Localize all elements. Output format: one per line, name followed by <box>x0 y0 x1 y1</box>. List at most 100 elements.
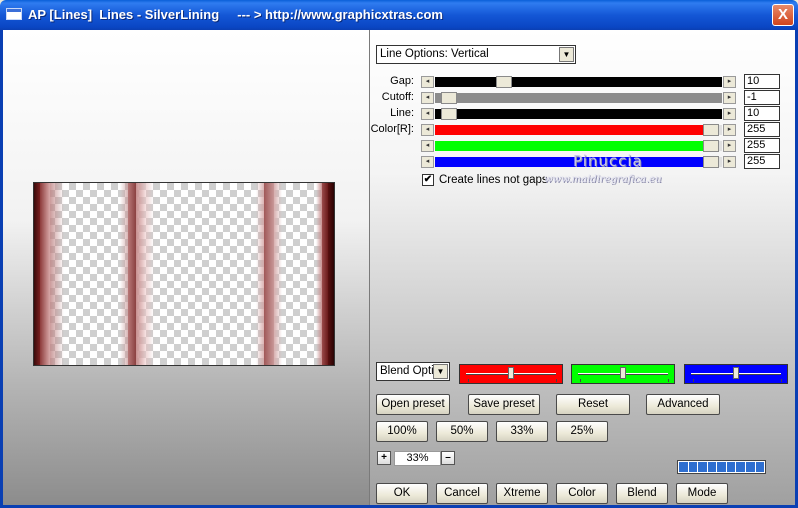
zoom-25-button[interactable]: 25% <box>556 421 608 442</box>
arrow-right-icon[interactable]: ▸ <box>723 156 736 168</box>
save-preset-button[interactable]: Save preset <box>468 394 540 415</box>
zoom-in-button[interactable]: + <box>377 451 391 465</box>
slider-fill <box>435 157 705 167</box>
window-title: AP [Lines] Lines - SilverLining --- > ht… <box>28 7 443 22</box>
arrow-left-icon[interactable]: ◂ <box>421 124 434 136</box>
arrow-right-icon[interactable]: ▸ <box>723 108 736 120</box>
progress-segment <box>755 462 765 472</box>
advanced-button[interactable]: Advanced <box>646 394 720 415</box>
arrow-right-icon[interactable]: ▸ <box>723 92 736 104</box>
preview-stripe <box>136 183 146 365</box>
zoom-33-button[interactable]: 33% <box>496 421 548 442</box>
cancel-button[interactable]: Cancel <box>436 483 488 504</box>
preview-image <box>33 182 335 366</box>
progress-segment <box>707 462 717 472</box>
xtreme-button[interactable]: Xtreme <box>496 483 548 504</box>
slider-value-field[interactable]: 255 <box>744 138 780 153</box>
arrow-left-icon[interactable]: ◂ <box>421 76 434 88</box>
tick-mark <box>556 379 557 382</box>
progress-segment <box>688 462 698 472</box>
tick-mark <box>468 379 469 382</box>
ok-button[interactable]: OK <box>376 483 428 504</box>
tick-mark <box>668 379 669 382</box>
slider-value-field[interactable]: 255 <box>744 122 780 137</box>
arrow-right-icon[interactable]: ▸ <box>723 124 736 136</box>
arrow-left-icon[interactable]: ◂ <box>421 92 434 104</box>
slider-value-field[interactable]: 255 <box>744 154 780 169</box>
arrow-right-icon[interactable]: ▸ <box>723 76 736 88</box>
slider-value-field[interactable]: 10 <box>744 74 780 89</box>
progress-segment <box>745 462 755 472</box>
preview-stripe <box>146 183 154 365</box>
slider-label: Color[R]: <box>370 123 414 135</box>
arrow-left-icon[interactable]: ◂ <box>421 156 434 168</box>
slider-thumb[interactable] <box>495 76 512 88</box>
watermark-title: Pinuccia <box>573 152 643 170</box>
arrow-right-icon[interactable]: ▸ <box>723 140 736 152</box>
blend-options-dropdown[interactable]: Blend Optio ▼ <box>376 362 450 381</box>
preview-stripe <box>128 183 136 365</box>
slider[interactable]: ◂ ▸ <box>421 124 736 136</box>
slider-fill <box>435 141 705 151</box>
slider-label: Gap: <box>390 75 414 87</box>
slider-thumb[interactable] <box>702 140 719 152</box>
color-button[interactable]: Color <box>556 483 608 504</box>
color-slider-box[interactable] <box>684 364 788 384</box>
line-options-dropdown[interactable]: Line Options: Vertical ▼ <box>376 45 576 64</box>
preview-stripe <box>40 183 50 365</box>
close-button[interactable]: X <box>772 4 794 26</box>
slider-value-field[interactable]: -1 <box>744 90 780 105</box>
open-preset-button[interactable]: Open preset <box>376 394 450 415</box>
mode-button[interactable]: Mode <box>676 483 728 504</box>
slider-fill <box>435 77 722 87</box>
title-bar: AP [Lines] Lines - SilverLining --- > ht… <box>0 0 798 30</box>
progress-segment <box>717 462 726 472</box>
slider-label: Line: <box>390 107 414 119</box>
create-lines-label: Create lines not gaps <box>439 174 548 186</box>
slider-track[interactable] <box>435 108 722 120</box>
preview-stripe <box>120 183 128 365</box>
color-slider-thumb[interactable] <box>508 367 514 379</box>
preview-stripe <box>256 183 264 365</box>
zoom-100-button[interactable]: 100% <box>376 421 428 442</box>
tick-mark <box>693 379 694 382</box>
progress-segment <box>698 462 707 472</box>
slider-track[interactable] <box>435 92 722 104</box>
zoom-level-field[interactable]: 33% <box>394 451 441 466</box>
color-slider-box[interactable] <box>571 364 675 384</box>
slider-track[interactable] <box>435 140 722 152</box>
zoom-out-button[interactable]: – <box>441 451 455 465</box>
blend-button[interactable]: Blend <box>616 483 668 504</box>
arrow-left-icon[interactable]: ◂ <box>421 108 434 120</box>
slider-track[interactable] <box>435 124 722 136</box>
slider-fill <box>435 93 722 103</box>
line-options-value: Line Options: Vertical <box>380 48 489 60</box>
preview-stripe <box>274 183 282 365</box>
color-slider-box[interactable] <box>459 364 563 384</box>
slider-value-field[interactable]: 10 <box>744 106 780 121</box>
slider-thumb[interactable] <box>702 124 719 136</box>
slider-thumb[interactable] <box>702 156 719 168</box>
preview-stripe <box>328 183 334 365</box>
slider-thumb[interactable] <box>441 108 458 120</box>
tick-mark <box>781 379 782 382</box>
chevron-down-icon[interactable]: ▼ <box>559 47 574 62</box>
reset-button[interactable]: Reset <box>556 394 630 415</box>
color-slider-thumb[interactable] <box>620 367 626 379</box>
slider-thumb[interactable] <box>441 92 458 104</box>
color-slider-thumb[interactable] <box>733 367 739 379</box>
arrow-left-icon[interactable]: ◂ <box>421 140 434 152</box>
zoom-50-button[interactable]: 50% <box>436 421 488 442</box>
chevron-down-icon[interactable]: ▼ <box>433 364 448 379</box>
progress-segment <box>726 462 736 472</box>
slider[interactable]: ◂ ▸ <box>421 92 736 104</box>
slider-fill <box>435 125 705 135</box>
tick-mark <box>580 379 581 382</box>
create-lines-checkbox[interactable]: ✔ <box>422 174 434 186</box>
slider-track[interactable] <box>435 76 722 88</box>
slider[interactable]: ◂ ▸ <box>421 140 736 152</box>
window-icon <box>6 8 22 20</box>
slider[interactable]: ◂ ▸ <box>421 76 736 88</box>
slider[interactable]: ◂ ▸ <box>421 108 736 120</box>
slider-fill <box>435 109 722 119</box>
